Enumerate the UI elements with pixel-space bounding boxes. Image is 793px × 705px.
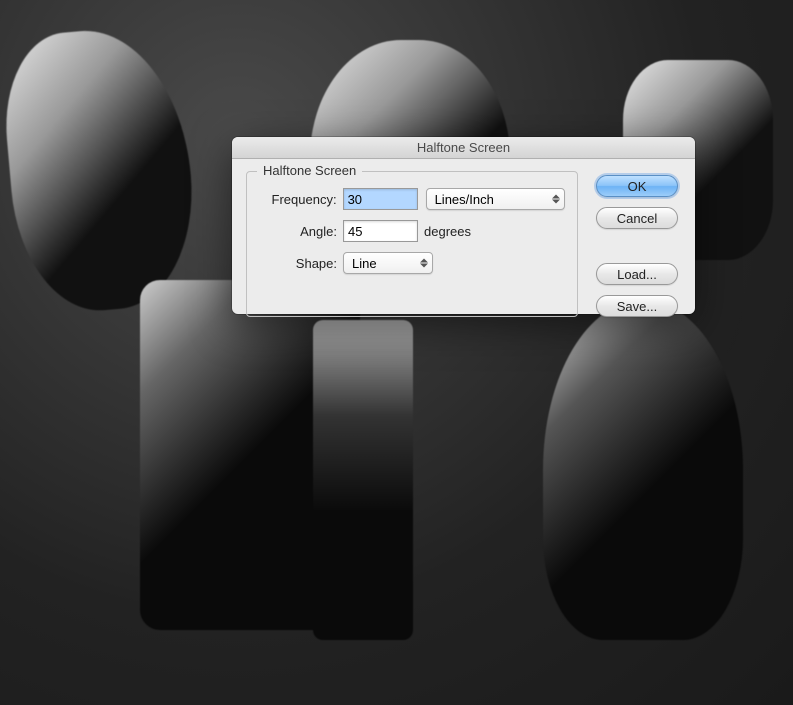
button-column: OK Cancel Load... Save... — [596, 171, 678, 317]
canvas-background — [0, 0, 793, 705]
fieldset-legend: Halftone Screen — [257, 163, 362, 178]
halftone-fieldset: Halftone Screen Frequency: Lines/Inch An… — [246, 171, 578, 317]
updown-arrows-icon — [420, 259, 428, 268]
cancel-button[interactable]: Cancel — [596, 207, 678, 229]
updown-arrows-icon — [552, 195, 560, 204]
load-button[interactable]: Load... — [596, 263, 678, 285]
angle-label: Angle: — [259, 224, 337, 239]
save-button[interactable]: Save... — [596, 295, 678, 317]
dialog-titlebar[interactable]: Halftone Screen — [232, 137, 695, 159]
frequency-unit-value: Lines/Inch — [435, 192, 494, 207]
angle-row: Angle: degrees — [259, 220, 565, 242]
dialog-title: Halftone Screen — [417, 140, 510, 155]
angle-input[interactable] — [343, 220, 418, 242]
halftone-dialog: Halftone Screen Halftone Screen Frequenc… — [232, 137, 695, 314]
frequency-label: Frequency: — [259, 192, 337, 207]
dialog-body: Halftone Screen Frequency: Lines/Inch An… — [232, 159, 695, 329]
shape-label: Shape: — [259, 256, 337, 271]
shape-row: Shape: Line — [259, 252, 565, 274]
ok-button[interactable]: OK — [596, 175, 678, 197]
angle-unit: degrees — [424, 224, 471, 239]
frequency-input[interactable] — [343, 188, 418, 210]
artwork-shapes — [0, 0, 793, 705]
shape-select[interactable]: Line — [343, 252, 433, 274]
frequency-row: Frequency: Lines/Inch — [259, 188, 565, 210]
frequency-unit-select[interactable]: Lines/Inch — [426, 188, 565, 210]
shape-value: Line — [352, 256, 377, 271]
